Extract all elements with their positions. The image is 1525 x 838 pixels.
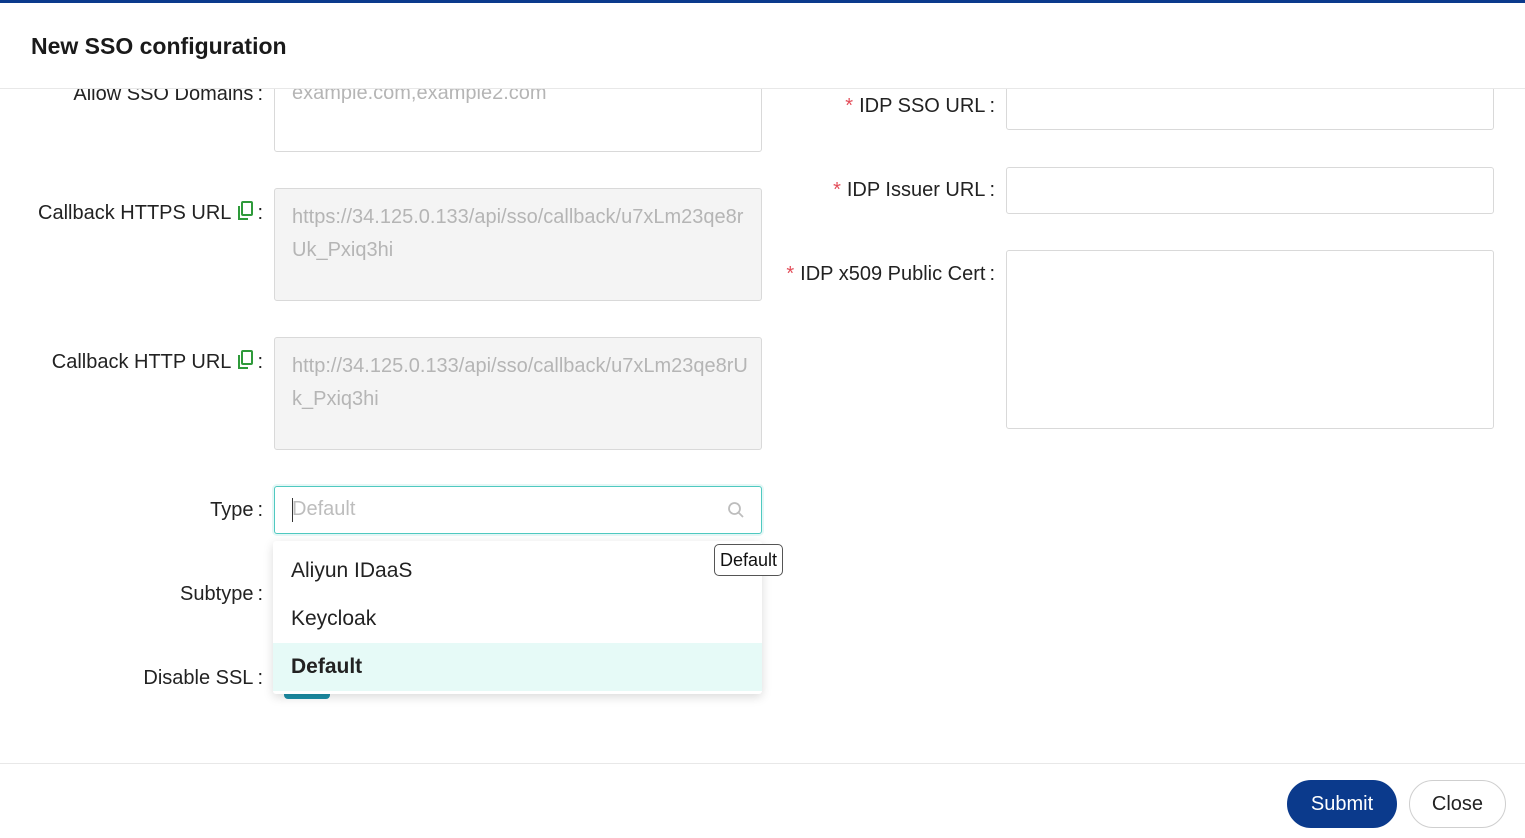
colon: : [257,583,263,605]
idp-issuer-url-label: * IDP Issuer URL: [833,179,995,202]
allow-domains-label: Allow SSO Domains: [73,89,263,106]
text-cursor [292,498,293,522]
idp-cert-label-text: IDP x509 Public Cert [800,263,986,285]
copy-icon[interactable] [237,201,254,227]
type-option-default[interactable]: Default [273,643,762,691]
dialog-title: New SSO configuration [31,33,287,59]
idp-sso-url-label: * IDP SSO URL: [845,95,995,118]
callback-https-value: https://34.125.0.133/api/sso/callback/u7… [292,206,744,261]
colon: : [257,351,263,373]
allow-domains-placeholder: example.com,example2.com [292,89,547,104]
type-dropdown: Aliyun IDaaS Keycloak Default [273,541,762,694]
idp-issuer-url-input[interactable] [1006,167,1494,214]
colon: : [989,263,995,285]
idp-cert-label: * IDP x509 Public Cert: [786,263,995,286]
type-option-aliyun[interactable]: Aliyun IDaaS [273,547,762,595]
required-mark: * [833,179,841,201]
type-label-text: Type [210,499,254,521]
subtype-label-text: Subtype [180,583,254,605]
callback-https-label: Callback HTTPS URL : [38,201,263,227]
colon: : [257,499,263,521]
required-mark: * [786,263,795,285]
callback-https-label-text: Callback HTTPS URL [38,202,232,224]
close-button[interactable]: Close [1409,780,1506,828]
type-select-placeholder: Default [292,498,356,520]
dialog-header: New SSO configuration [0,3,1525,89]
allow-domains-label-text: Allow SSO Domains [73,89,254,105]
dialog-body[interactable]: Allow SSO Domains: example.com,example2.… [0,89,1525,763]
idp-sso-url-label-text: IDP SSO URL [859,95,986,117]
idp-issuer-url-label-text: IDP Issuer URL [846,179,986,201]
callback-https-field: https://34.125.0.133/api/sso/callback/u7… [274,188,762,301]
colon: : [257,89,263,105]
required-mark: * [845,95,854,117]
search-icon [727,501,745,524]
tooltip: Default [714,544,784,576]
colon: : [257,667,263,689]
callback-http-value: http://34.125.0.133/api/sso/callback/u7x… [292,355,748,410]
type-option-keycloak[interactable]: Keycloak [273,595,762,643]
subtype-label: Subtype: [180,583,263,606]
colon: : [989,179,995,201]
idp-sso-url-input[interactable] [1006,89,1494,130]
sso-config-dialog: New SSO configuration Allow SSO Domains:… [0,0,1525,838]
disable-ssl-label: Disable SSL: [143,667,263,690]
type-label: Type: [210,499,263,522]
disable-ssl-label-text: Disable SSL [143,667,254,689]
callback-http-label-text: Callback HTTP URL [51,351,232,373]
idp-cert-textarea[interactable] [1006,250,1494,429]
copy-icon[interactable] [237,350,254,376]
dialog-footer: Submit Close [0,763,1525,838]
colon: : [989,95,995,117]
callback-http-label: Callback HTTP URL : [52,350,263,376]
callback-http-field: http://34.125.0.133/api/sso/callback/u7x… [274,337,762,450]
colon: : [257,202,263,224]
submit-button[interactable]: Submit [1287,780,1397,828]
allow-domains-input[interactable]: example.com,example2.com [274,89,762,152]
type-select[interactable]: Default [274,486,762,534]
